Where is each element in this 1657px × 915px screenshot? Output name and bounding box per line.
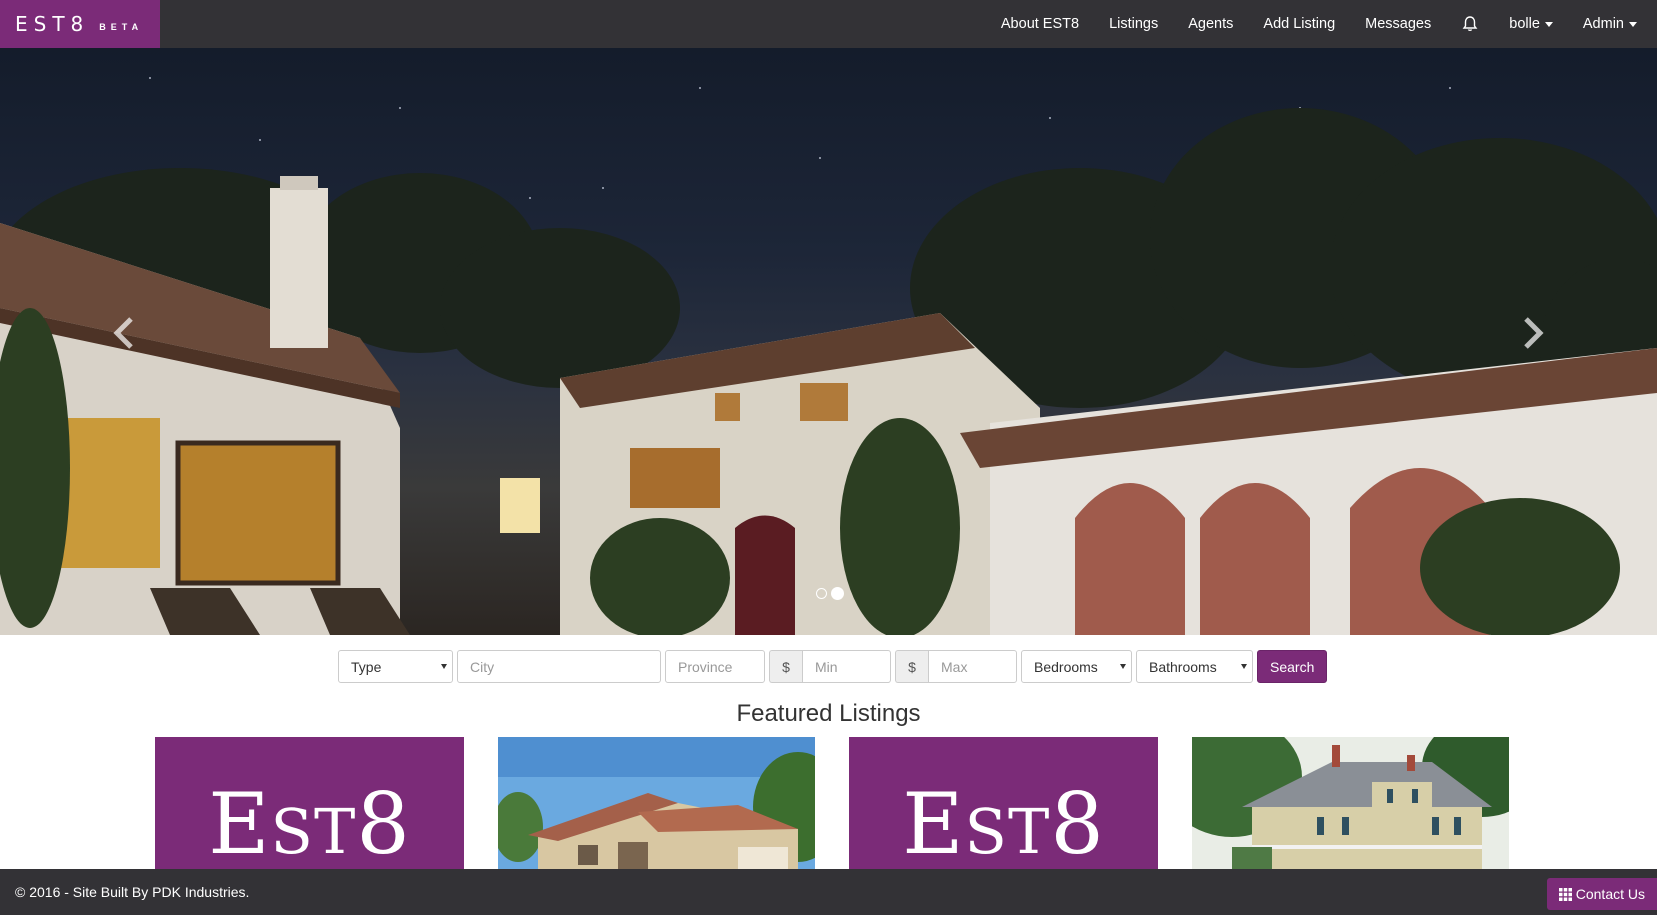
caret-down-icon [1544,21,1553,27]
listing-card-4[interactable] [1192,737,1509,869]
listing-card-1[interactable]: EST8 [155,737,464,869]
nav-agents[interactable]: Agents [1173,0,1248,48]
admin-label: Admin [1582,16,1624,32]
listing-card-2[interactable] [498,737,815,869]
contact-us-label: Contact Us [1575,886,1645,902]
est8-logo: EST8 [208,775,411,869]
carousel-indicator-2[interactable] [831,587,844,600]
type-select-value: Type [351,658,382,675]
hero-image [0,77,1657,635]
bedrooms-select[interactable]: Bedrooms [1021,650,1132,683]
grid-icon [1558,887,1572,901]
brand-beta-tag: BETA [99,22,144,32]
listing-card-3[interactable]: EST8 [849,737,1158,869]
brand-name: EST8 [15,12,90,36]
max-price-group: $ Max [895,650,1017,683]
search-button[interactable]: Search [1257,650,1328,683]
footer: © 2016 - Site Built By PDK Industries. C… [0,869,1657,915]
listing-photo [498,737,815,869]
contact-us-button[interactable]: Contact Us [1546,878,1657,910]
bell-icon [1462,16,1478,32]
bedrooms-select-value: Bedrooms [1034,658,1098,675]
carousel-indicator-1[interactable] [816,588,827,599]
nav-about[interactable]: About EST8 [986,0,1094,48]
user-name: bolle [1509,16,1540,32]
est8-logo: EST8 [902,775,1105,869]
carousel-prev-arrow[interactable] [105,313,145,353]
min-price-group: $ Min [769,650,891,683]
chevron-down-icon [441,664,447,669]
nav-listings[interactable]: Listings [1094,0,1173,48]
footer-copyright: © 2016 - Site Built By PDK Industries. [15,884,250,900]
min-price-input[interactable]: Min [802,650,891,683]
city-input[interactable]: City [457,650,661,683]
notifications-button[interactable] [1446,0,1494,48]
type-select[interactable]: Type [338,650,453,683]
chevron-down-icon [1120,664,1126,669]
currency-addon: $ [895,650,928,683]
chevron-down-icon [1241,664,1247,669]
max-price-input[interactable]: Max [928,650,1017,683]
user-menu[interactable]: bolle [1494,0,1568,48]
navbar: EST8 BETA About EST8 Listings Agents Add… [0,0,1657,48]
listing-photo [1192,737,1509,869]
nav-add-listing[interactable]: Add Listing [1248,0,1350,48]
listing-search-form: Type City Province $ Min $ Max Bedrooms … [338,650,1328,683]
hero-carousel [0,48,1657,635]
featured-listings-title: Featured Listings [736,700,921,727]
nav-links: About EST8 Listings Agents Add Listing M… [986,0,1657,48]
currency-addon: $ [769,650,802,683]
nav-messages[interactable]: Messages [1350,0,1446,48]
bathrooms-select-value: Bathrooms [1149,658,1217,675]
bathrooms-select[interactable]: Bathrooms [1136,650,1253,683]
carousel-next-arrow[interactable] [1512,313,1552,353]
caret-down-icon [1629,21,1637,27]
province-input[interactable]: Province [665,650,765,683]
carousel-indicators [816,587,844,600]
brand-logo[interactable]: EST8 BETA [0,0,160,48]
admin-menu[interactable]: Admin [1568,0,1657,48]
